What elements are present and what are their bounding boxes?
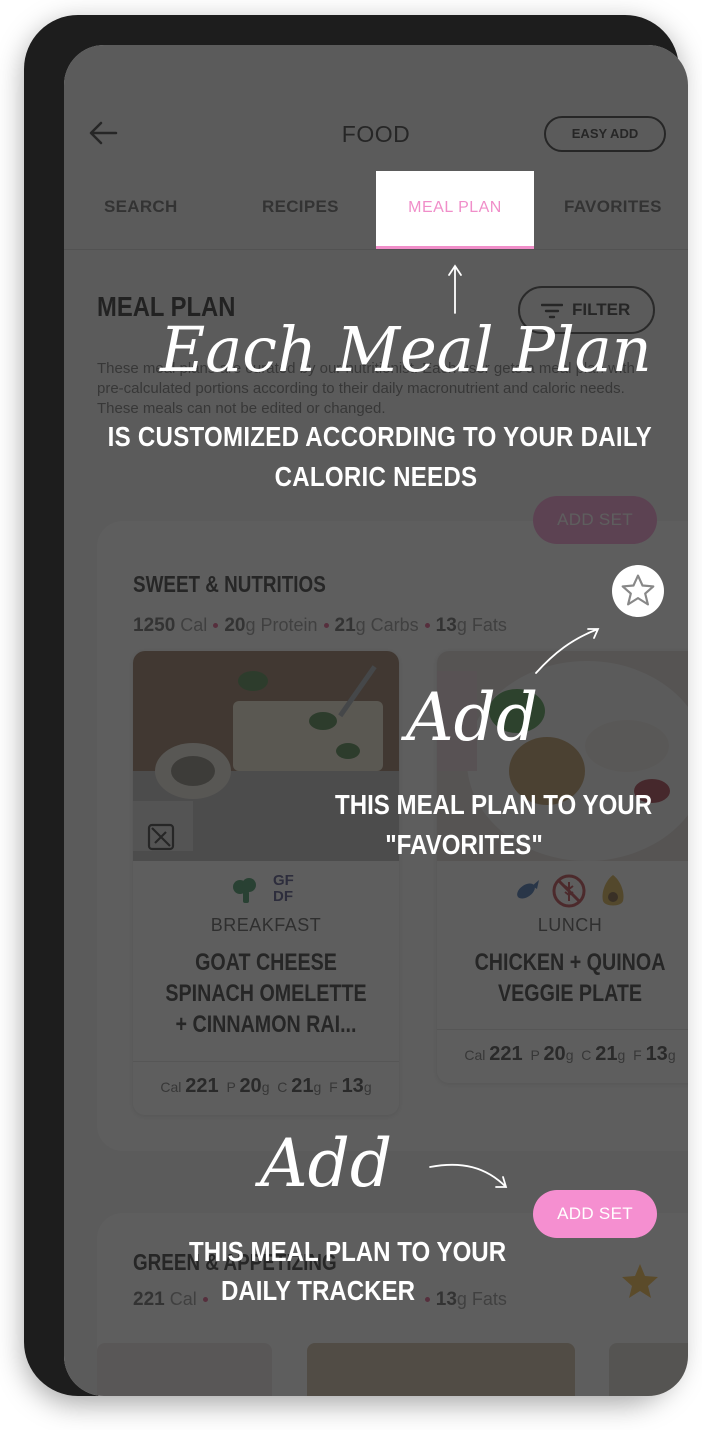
set-fats-value: 13 bbox=[435, 615, 457, 636]
pointer-arrow-icon bbox=[535, 628, 600, 674]
overlay-caption: THIS MEAL PLAN TO YOUR bbox=[335, 789, 653, 820]
tab-recipes[interactable]: RECIPES bbox=[262, 197, 339, 217]
macro-cal-value: 221 bbox=[185, 1075, 219, 1097]
phone-frame: FOOD EASY ADD SEARCH RECIPES FAVORITES M… bbox=[24, 15, 688, 1396]
macro-cal-value: 221 bbox=[489, 1043, 523, 1065]
meal-divider bbox=[133, 1061, 399, 1062]
macro-c-value: 21 bbox=[291, 1075, 314, 1097]
meal-photo bbox=[307, 1343, 575, 1396]
tab-divider bbox=[64, 249, 688, 250]
set-carbs-value: 21 bbox=[334, 615, 356, 636]
overlay-script-heading: Add bbox=[406, 679, 539, 756]
overlay-script-heading: Add bbox=[260, 1125, 393, 1202]
broccoli-icon bbox=[233, 878, 256, 903]
macro-unit: g bbox=[313, 1079, 322, 1095]
meal-card-breakfast[interactable]: GF DF BREAKFAST GOAT CHEESE SPINACH OMEL… bbox=[133, 651, 399, 1115]
macro-unit: g bbox=[363, 1079, 372, 1095]
overlay-caption: DAILY TRACKER bbox=[220, 1275, 416, 1306]
fish-icon bbox=[517, 880, 539, 899]
set-cal-unit: Cal bbox=[180, 615, 208, 635]
macro-p-value: 20 bbox=[543, 1043, 566, 1065]
gluten-dairy-free-badge: GF DF bbox=[273, 872, 294, 905]
overlay-caption: "FAVORITES" bbox=[385, 829, 543, 860]
macro-cal-label: Cal bbox=[464, 1047, 486, 1063]
set-macros: 1250 Cal 20g Protein 21g Carbs 13g Fats bbox=[133, 615, 507, 637]
set-fats-unit: g Fats bbox=[456, 1289, 507, 1309]
meal-type: LUNCH bbox=[537, 915, 603, 935]
overlay-caption: IS CUSTOMIZED ACCORDING TO YOUR DAILY bbox=[107, 421, 652, 452]
macro-f-value: 13 bbox=[645, 1043, 668, 1065]
meal-type: BREAKFAST bbox=[210, 915, 322, 935]
macro-cal-label: Cal bbox=[160, 1079, 182, 1095]
tab-search[interactable]: SEARCH bbox=[104, 197, 178, 217]
macro-c-label: C bbox=[277, 1079, 288, 1095]
set-fats-unit: g Fats bbox=[456, 615, 507, 635]
macro-unit: g bbox=[261, 1079, 270, 1095]
meal-divider bbox=[437, 1029, 688, 1030]
avocado-icon bbox=[602, 875, 624, 906]
meal-macros: Cal 221 P 20g C 21g F 13g bbox=[133, 1075, 399, 1098]
meal-photo bbox=[97, 1343, 272, 1396]
add-set-button[interactable]: ADD SET bbox=[533, 496, 657, 544]
pointer-arrow-icon bbox=[448, 264, 462, 314]
overlay-script-heading: Each Meal Plan bbox=[160, 313, 652, 386]
favorite-star-button[interactable] bbox=[612, 565, 664, 617]
macro-c-value: 21 bbox=[595, 1043, 618, 1065]
macro-p-label: P bbox=[226, 1079, 236, 1095]
meal-name: GOAT CHEESE SPINACH OMELETTE + CINNAMON … bbox=[165, 949, 367, 1038]
tab-meal-plan[interactable]: MEAL PLAN bbox=[376, 171, 534, 249]
meal-name: CHICKEN + QUINOA VEGGIE PLATE bbox=[474, 949, 666, 1007]
meal-macros: Cal 221 P 20g C 21g F 13g bbox=[437, 1043, 688, 1066]
overlay-caption: CALORIC NEEDS bbox=[274, 461, 478, 492]
star-filled-icon[interactable] bbox=[620, 1262, 660, 1300]
macro-c-label: C bbox=[581, 1047, 592, 1063]
app-screen: FOOD EASY ADD SEARCH RECIPES FAVORITES M… bbox=[64, 45, 688, 1396]
set-cal-value: 1250 bbox=[133, 615, 176, 636]
macro-unit: g bbox=[617, 1047, 626, 1063]
macro-p-value: 20 bbox=[239, 1075, 262, 1097]
set-title: SWEET & NUTRITIOS bbox=[133, 571, 326, 597]
tab-favorites[interactable]: FAVORITES bbox=[564, 197, 662, 217]
set-protein-unit: g Protein bbox=[245, 615, 318, 635]
add-set-button[interactable]: ADD SET bbox=[533, 1190, 657, 1238]
meal-photo bbox=[609, 1343, 688, 1396]
overlay-caption: THIS MEAL PLAN TO YOUR bbox=[189, 1236, 507, 1267]
no-wheat-icon bbox=[552, 874, 586, 908]
pointer-arrow-icon bbox=[429, 1163, 508, 1188]
macro-p-label: P bbox=[530, 1047, 540, 1063]
easy-add-button[interactable]: EASY ADD bbox=[544, 116, 666, 152]
macro-unit: g bbox=[667, 1047, 676, 1063]
macro-f-label: F bbox=[633, 1047, 642, 1063]
set-cal-value: 221 bbox=[133, 1289, 165, 1310]
macro-unit: g bbox=[565, 1047, 574, 1063]
star-outline-icon bbox=[621, 574, 655, 606]
set-protein-value: 20 bbox=[224, 615, 246, 636]
set-carbs-unit: g Carbs bbox=[355, 615, 419, 635]
edit-off-icon[interactable] bbox=[147, 823, 175, 851]
macro-f-label: F bbox=[329, 1079, 338, 1095]
macro-f-value: 13 bbox=[341, 1075, 364, 1097]
